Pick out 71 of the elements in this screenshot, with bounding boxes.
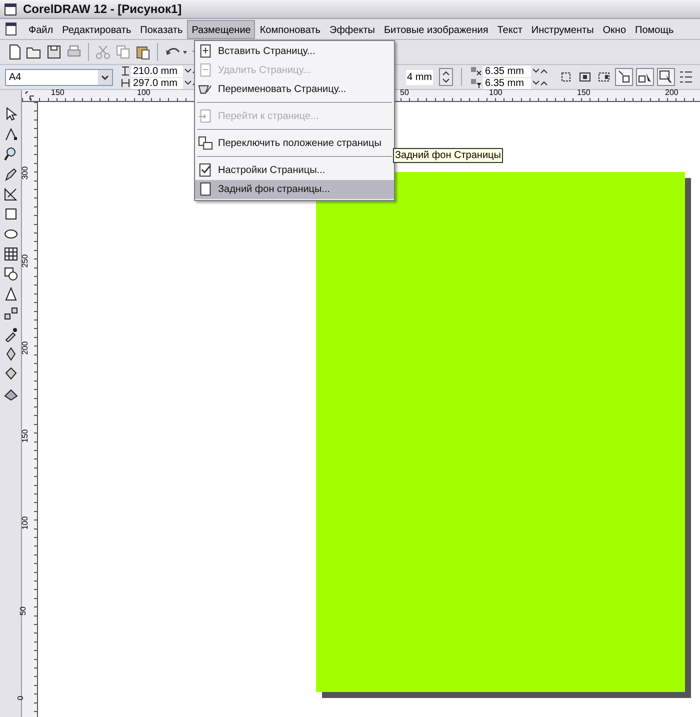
ruler-label: 50 bbox=[18, 606, 28, 615]
spinner-icon[interactable] bbox=[532, 66, 548, 76]
list-icon[interactable] bbox=[678, 69, 694, 85]
ruler-label: 100 bbox=[20, 516, 31, 530]
pen-icon[interactable] bbox=[2, 166, 18, 182]
spinner-icon[interactable] bbox=[532, 78, 548, 88]
insert-page-icon bbox=[198, 44, 213, 59]
triangle-icon[interactable] bbox=[2, 286, 18, 302]
window-title: CorelDRAW 12 - [Рисунок1] bbox=[23, 1, 182, 18]
blank-page-icon bbox=[198, 182, 213, 197]
menu-item[interactable]: Компоновать bbox=[255, 20, 325, 38]
ruler-label: 100 bbox=[489, 88, 502, 98]
switch-orientation-icon bbox=[198, 136, 213, 151]
menu-item[interactable]: Показать bbox=[136, 20, 188, 38]
rectangle-icon[interactable] bbox=[2, 206, 18, 222]
ruler-label: 0 bbox=[16, 696, 26, 700]
width-field[interactable]: 210.0 mm bbox=[131, 66, 183, 76]
cursor-frame-icon[interactable] bbox=[657, 68, 675, 86]
delete-page-icon bbox=[198, 63, 213, 78]
page-setup-icon bbox=[198, 163, 213, 178]
eyedropper-icon[interactable] bbox=[2, 326, 18, 342]
ruler-label: 200 bbox=[665, 88, 678, 98]
new-document-icon[interactable] bbox=[8, 44, 22, 60]
tooltip: Задний фон Страницы bbox=[393, 148, 503, 163]
nudge-x-field[interactable]: 6.35 mm bbox=[483, 66, 531, 76]
dimension-icon[interactable] bbox=[2, 186, 18, 202]
field-value[interactable]: 4 mm bbox=[406, 70, 433, 84]
menu-item[interactable]: Файл bbox=[24, 20, 58, 38]
nudge-x-icon bbox=[470, 66, 482, 76]
cursor-frame-icon[interactable] bbox=[615, 68, 633, 86]
go-to-page-icon bbox=[198, 109, 213, 124]
menu-entry[interactable]: Переключить положение страницы bbox=[195, 134, 394, 153]
ruler-label: 300 bbox=[20, 166, 31, 180]
paper-size-dropdown[interactable]: A4 bbox=[5, 68, 113, 86]
magnifier-icon[interactable] bbox=[2, 146, 18, 162]
ruler-label: 100 bbox=[137, 88, 150, 98]
node-tool-icon[interactable] bbox=[2, 126, 18, 142]
menu-entry[interactable]: Задний фон страницы... bbox=[195, 180, 394, 199]
shapes-icon[interactable] bbox=[2, 266, 18, 282]
spinner-icon[interactable] bbox=[439, 68, 453, 86]
blend-icon[interactable] bbox=[2, 306, 18, 322]
menu-item[interactable]: Инструменты bbox=[526, 20, 598, 38]
width-icon bbox=[121, 66, 130, 76]
paper-size-value: A4 bbox=[9, 70, 22, 84]
menu-entry[interactable]: Вставить Страницу... bbox=[195, 42, 394, 61]
app-icon bbox=[4, 2, 17, 16]
ruler-label: 150 bbox=[51, 88, 64, 98]
height-icon bbox=[121, 78, 130, 88]
menu-item[interactable]: Размещение bbox=[187, 20, 256, 38]
ruler-origin-icon[interactable] bbox=[25, 91, 35, 101]
height-field[interactable]: 297.0 mm bbox=[131, 78, 183, 88]
ruler-label: 50 bbox=[400, 88, 409, 98]
menu-entry[interactable]: Настройки Страницы... bbox=[195, 161, 394, 180]
menu-item[interactable]: Помощь bbox=[630, 20, 678, 38]
menu-item[interactable]: Текст bbox=[492, 20, 527, 38]
nudge-y-field[interactable]: 6.35 mm bbox=[483, 78, 531, 88]
menu-item[interactable]: Редактировать bbox=[58, 20, 136, 38]
save-icon[interactable] bbox=[46, 44, 62, 60]
grid-icon[interactable] bbox=[2, 246, 18, 262]
menu-item[interactable]: Эффекты bbox=[325, 20, 380, 38]
menu-entry[interactable]: Переименовать Страницу... bbox=[195, 80, 394, 99]
cursor-frame-icon[interactable] bbox=[636, 68, 654, 86]
ruler-label: 200 bbox=[20, 341, 31, 355]
clipboard-icon[interactable] bbox=[135, 44, 151, 60]
ruler-label: 250 bbox=[20, 254, 31, 268]
menu-item[interactable]: Битовые изображения bbox=[379, 20, 493, 38]
document-icon[interactable] bbox=[4, 22, 18, 36]
nudge-y-icon bbox=[470, 78, 482, 88]
ruler-label: 150 bbox=[577, 88, 590, 98]
menu-item[interactable]: Окно bbox=[598, 20, 631, 38]
ruler-label: 150 bbox=[20, 428, 31, 442]
